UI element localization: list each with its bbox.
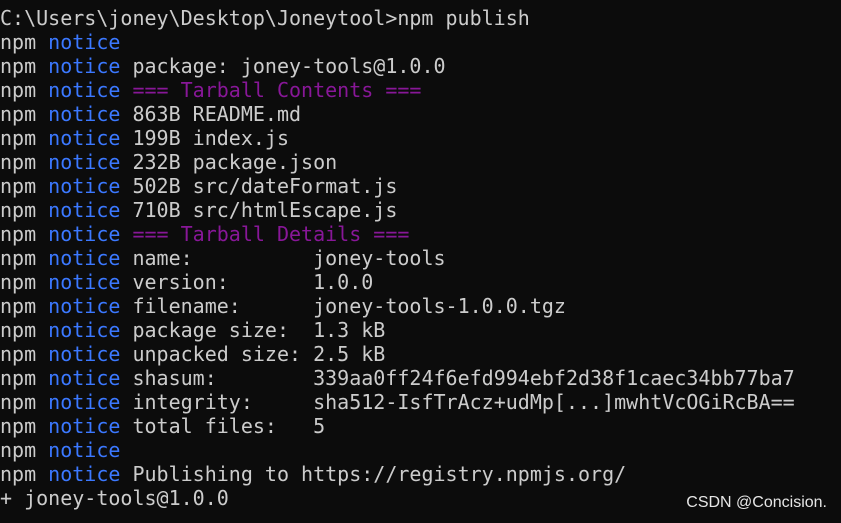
npm-notice-line: npm notice === Tarball Details ===	[0, 222, 841, 246]
notice-text: integrity: sha512-IsfTrAcz+udMp[...]mwht…	[132, 390, 795, 414]
npm-prefix: npm	[0, 318, 37, 342]
notice-text: Publishing to https://registry.npmjs.org…	[132, 462, 627, 486]
npm-notice-line: npm notice shasum: 339aa0ff24f6efd994ebf…	[0, 366, 841, 390]
notice-label: notice	[48, 198, 121, 222]
npm-output: npm notice npm notice package: joney-tool…	[0, 30, 841, 486]
npm-prefix: npm	[0, 270, 37, 294]
npm-prefix: npm	[0, 102, 37, 126]
npm-prefix: npm	[0, 342, 37, 366]
npm-notice-line: npm notice 199B index.js	[0, 126, 841, 150]
npm-prefix: npm	[0, 390, 37, 414]
npm-notice-line: npm notice 502B src/dateFormat.js	[0, 174, 841, 198]
npm-notice-line: npm notice package: joney-tools@1.0.0	[0, 54, 841, 78]
notice-text: name: joney-tools	[132, 246, 446, 270]
notice-label: notice	[48, 294, 121, 318]
npm-prefix: npm	[0, 462, 37, 486]
npm-notice-line: npm notice filename: joney-tools-1.0.0.t…	[0, 294, 841, 318]
npm-notice-line: npm notice 863B README.md	[0, 102, 841, 126]
notice-label: notice	[48, 390, 121, 414]
notice-text: 710B src/htmlEscape.js	[132, 198, 398, 222]
notice-label: notice	[48, 126, 121, 150]
npm-notice-line: npm notice 232B package.json	[0, 150, 841, 174]
npm-prefix: npm	[0, 150, 37, 174]
npm-prefix: npm	[0, 30, 37, 54]
notice-text: filename: joney-tools-1.0.0.tgz	[132, 294, 566, 318]
npm-notice-line: npm notice unpacked size: 2.5 kB	[0, 342, 841, 366]
csdn-watermark: CSDN @Concision.	[686, 494, 827, 511]
npm-prefix: npm	[0, 366, 37, 390]
prompt-command-line: C:\Users\joney\Desktop\Joneytool>npm pub…	[0, 6, 530, 30]
notice-label: notice	[48, 342, 121, 366]
npm-prefix: npm	[0, 174, 37, 198]
npm-notice-line: npm notice package size: 1.3 kB	[0, 318, 841, 342]
npm-prefix: npm	[0, 294, 37, 318]
notice-label: notice	[48, 150, 121, 174]
notice-text: unpacked size: 2.5 kB	[132, 342, 386, 366]
section-heading: === Tarball Details ===	[132, 222, 410, 246]
notice-text: 232B package.json	[132, 150, 338, 174]
terminal-window[interactable]: C:\Users\joney\Desktop\Joneytool>npm pub…	[0, 0, 841, 523]
npm-prefix: npm	[0, 126, 37, 150]
notice-label: notice	[48, 438, 121, 462]
npm-notice-line: npm notice integrity: sha512-IsfTrAcz+ud…	[0, 390, 841, 414]
notice-text: 502B src/dateFormat.js	[132, 174, 398, 198]
npm-notice-line: npm notice 710B src/htmlEscape.js	[0, 198, 841, 222]
notice-label: notice	[48, 102, 121, 126]
npm-prefix: npm	[0, 78, 37, 102]
notice-label: notice	[48, 318, 121, 342]
notice-text: 863B README.md	[132, 102, 302, 126]
notice-label: notice	[48, 414, 121, 438]
notice-text: version: 1.0.0	[132, 270, 374, 294]
notice-label: notice	[48, 366, 121, 390]
section-heading: === Tarball Contents ===	[132, 78, 422, 102]
notice-text: total files: 5	[132, 414, 326, 438]
notice-text: 199B index.js	[132, 126, 290, 150]
npm-prefix: npm	[0, 222, 37, 246]
npm-notice-line: npm notice === Tarball Contents ===	[0, 78, 841, 102]
notice-text: package: joney-tools@1.0.0	[132, 54, 446, 78]
npm-prefix: npm	[0, 246, 37, 270]
npm-prefix: npm	[0, 438, 37, 462]
notice-text: package size: 1.3 kB	[132, 318, 386, 342]
notice-label: notice	[48, 54, 121, 78]
npm-notice-line: npm notice total files: 5	[0, 414, 841, 438]
npm-prefix: npm	[0, 198, 37, 222]
notice-label: notice	[48, 30, 121, 54]
npm-notice-line: npm notice name: joney-tools	[0, 246, 841, 270]
notice-label: notice	[48, 270, 121, 294]
notice-label: notice	[48, 78, 121, 102]
npm-prefix: npm	[0, 54, 37, 78]
npm-notice-line: npm notice	[0, 438, 841, 462]
notice-label: notice	[48, 174, 121, 198]
npm-notice-line: npm notice version: 1.0.0	[0, 270, 841, 294]
npm-notice-line: npm notice	[0, 30, 841, 54]
npm-prefix: npm	[0, 414, 37, 438]
notice-text: shasum: 339aa0ff24f6efd994ebf2d38f1caec3…	[132, 366, 795, 390]
notice-label: notice	[48, 462, 121, 486]
npm-notice-line: npm notice Publishing to https://registr…	[0, 462, 841, 486]
notice-label: notice	[48, 246, 121, 270]
notice-label: notice	[48, 222, 121, 246]
